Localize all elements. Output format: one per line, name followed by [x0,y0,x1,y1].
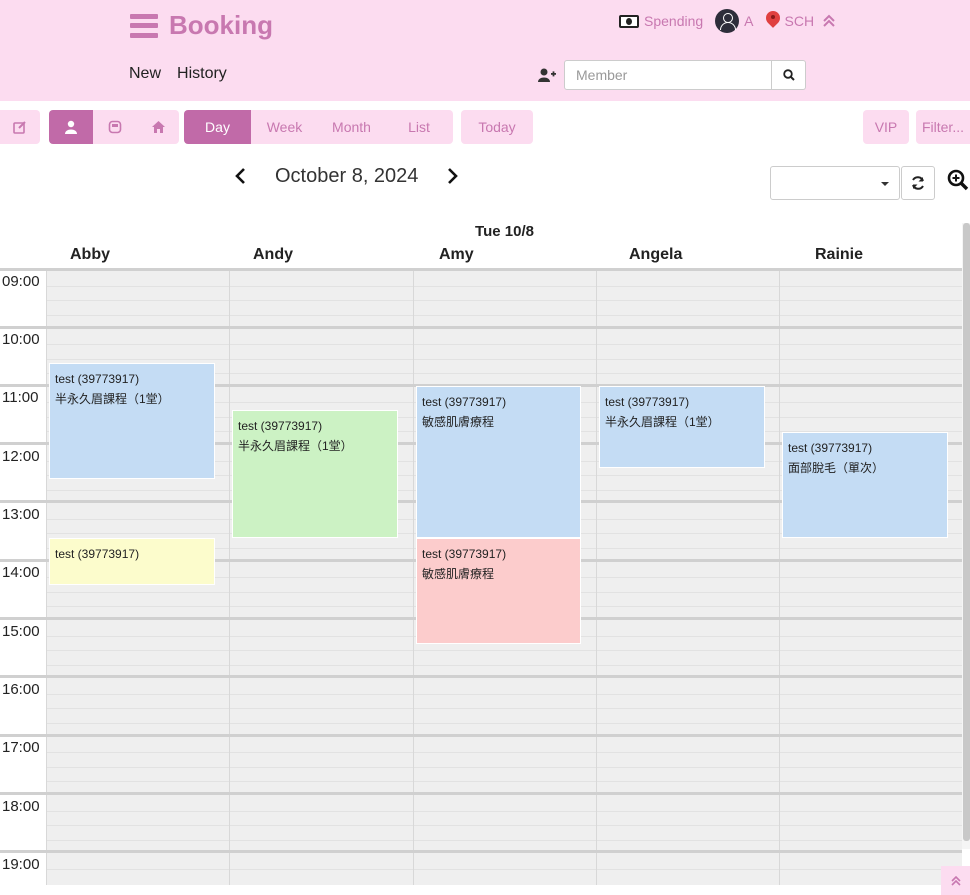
home-icon [151,121,165,133]
staff-header-angela: Angela [629,246,683,263]
scrollbar-thumb[interactable] [963,223,970,841]
event-service: 半永久眉課程（1堂） [605,415,720,429]
date-navigation: October 8, 2024 [232,164,461,188]
map-pin-icon [766,11,780,31]
menu-icon[interactable] [130,12,158,40]
time-label: 09:00 [2,273,40,290]
booking-event[interactable]: test (39773917) [49,538,215,585]
edit-button[interactable] [0,110,40,144]
staff-header-abby: Abby [70,246,110,263]
sub-nav: New History [129,65,243,83]
double-chevron-up-icon[interactable] [822,14,836,28]
time-label: 17:00 [2,739,40,756]
event-client: test (39773917) [238,419,323,433]
user-icon [715,9,740,33]
member-search-button[interactable] [772,60,806,90]
next-day-icon[interactable] [443,164,461,188]
filter-button[interactable]: Filter... [916,110,970,144]
refresh-icon [912,176,924,190]
zoom-in-icon[interactable] [947,169,969,191]
vip-button[interactable]: VIP [863,110,909,144]
event-service: 半永久眉課程（1堂） [55,392,170,406]
person-icon [65,120,77,134]
staff-header-amy: Amy [439,246,474,263]
add-user-icon[interactable] [538,68,556,82]
event-client: test (39773917) [605,395,690,409]
event-client: test (39773917) [55,547,140,561]
page-title: Booking [169,10,273,40]
nav-new[interactable]: New [129,65,161,83]
time-label: 19:00 [2,856,40,873]
bed-icon [108,120,122,134]
time-label: 15:00 [2,623,40,640]
location-label: SCH [784,13,815,29]
money-icon [619,14,639,28]
today-button[interactable]: Today [461,110,533,144]
time-label: 10:00 [2,331,40,348]
event-service: 半永久眉課程（1堂） [238,439,353,453]
top-right-bar: Spending A SCH [619,9,836,33]
view-switcher: Day Week Month List [184,110,453,144]
staff-select[interactable] [770,166,900,200]
event-client: test (39773917) [422,547,507,561]
booking-event[interactable]: test (39773917) 半永久眉課程（1堂） [599,386,765,468]
view-day[interactable]: Day [184,110,251,144]
event-service: 敏感肌膚療程 [422,415,495,429]
home-view-button[interactable] [137,110,179,144]
booking-event[interactable]: test (39773917) 敏感肌膚療程 [416,386,581,538]
time-label: 18:00 [2,798,40,815]
app-header: Booking Spending A SCH New History [0,0,970,101]
member-search [538,60,806,90]
member-input[interactable] [564,60,772,90]
caret-down-icon [881,182,889,186]
person-view-button[interactable] [49,110,93,144]
booking-event[interactable]: test (39773917) 半永久眉課程（1堂） [49,363,215,479]
day-header: Tue 10/8 [475,223,534,240]
back-to-top-button[interactable] [941,866,970,895]
event-client: test (39773917) [422,395,507,409]
brand: Booking [130,10,273,41]
view-list[interactable]: List [385,110,453,144]
booking-event[interactable]: test (39773917) 半永久眉課程（1堂） [232,410,398,538]
event-service: 敏感肌膚療程 [422,567,495,581]
booking-event[interactable]: test (39773917) 面部脫毛（單次） [782,432,948,538]
event-service: 面部脫毛（單次） [788,461,885,475]
booking-event[interactable]: test (39773917) 敏感肌膚療程 [416,538,581,644]
location-menu[interactable]: SCH [766,11,815,31]
mode-group [49,110,179,144]
refresh-button[interactable] [901,166,935,200]
event-client: test (39773917) [788,441,873,455]
view-week[interactable]: Week [251,110,318,144]
nav-history[interactable]: History [177,65,227,83]
room-view-button[interactable] [93,110,137,144]
prev-day-icon[interactable] [232,164,250,188]
double-chevron-up-icon [950,875,961,886]
edit-icon [13,121,26,134]
time-label: 12:00 [2,448,40,465]
spending-label: Spending [644,13,704,29]
view-month[interactable]: Month [318,110,385,144]
staff-header-andy: Andy [253,246,293,263]
current-date: October 8, 2024 [275,164,419,187]
time-label: 16:00 [2,681,40,698]
time-label: 13:00 [2,506,40,523]
user-label: A [744,13,754,29]
search-icon [782,69,795,81]
event-client: test (39773917) [55,372,140,386]
user-menu[interactable]: A [715,9,754,33]
staff-header-rainie: Rainie [815,246,864,263]
time-label: 14:00 [2,564,40,581]
spending-link[interactable]: Spending [619,13,703,29]
time-label: 11:00 [2,389,39,406]
